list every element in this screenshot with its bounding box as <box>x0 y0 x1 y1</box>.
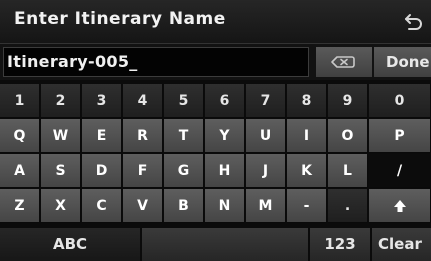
abc-mode-button[interactable]: ABC <box>0 228 140 261</box>
done-button[interactable]: Done <box>374 47 431 77</box>
back-arrow-icon <box>405 14 422 30</box>
key-2[interactable]: 2 <box>41 84 81 118</box>
key-g[interactable]: G <box>164 154 204 188</box>
keyboard-grid: 1 2 3 4 5 6 7 8 9 0 Q W E R T Y U I O P … <box>0 84 431 225</box>
key-p[interactable]: P <box>369 119 431 153</box>
key-x[interactable]: X <box>41 189 81 223</box>
key-z[interactable]: Z <box>0 189 40 223</box>
key-u[interactable]: U <box>246 119 286 153</box>
numeric-mode-button[interactable]: 123 <box>310 228 370 261</box>
key-slash[interactable]: / <box>369 154 431 188</box>
bottom-row: ABC 123 Clear <box>0 226 431 261</box>
key-c[interactable]: C <box>82 189 122 223</box>
page-title: Enter Itinerary Name <box>14 9 226 29</box>
key-a[interactable]: A <box>0 154 40 188</box>
key-4[interactable]: 4 <box>123 84 163 118</box>
back-button[interactable] <box>401 10 427 34</box>
key-6[interactable]: 6 <box>205 84 245 118</box>
key-l[interactable]: L <box>328 154 368 188</box>
itinerary-name-input[interactable]: Itinerary-005_ <box>3 47 309 77</box>
key-t[interactable]: T <box>164 119 204 153</box>
key-s[interactable]: S <box>41 154 81 188</box>
key-o[interactable]: O <box>328 119 368 153</box>
key-h[interactable]: H <box>205 154 245 188</box>
key-d[interactable]: D <box>82 154 122 188</box>
key-1[interactable]: 1 <box>0 84 40 118</box>
input-row: Itinerary-005_ Done <box>0 44 431 80</box>
key-8[interactable]: 8 <box>287 84 327 118</box>
key-w[interactable]: W <box>41 119 81 153</box>
key-q[interactable]: Q <box>0 119 40 153</box>
key-i[interactable]: I <box>287 119 327 153</box>
shift-arrow-icon <box>394 200 406 212</box>
key-n[interactable]: N <box>205 189 245 223</box>
key-period[interactable]: . <box>328 189 368 223</box>
key-j[interactable]: J <box>246 154 286 188</box>
key-r[interactable]: R <box>123 119 163 153</box>
key-9[interactable]: 9 <box>328 84 368 118</box>
shift-key[interactable] <box>369 189 431 223</box>
key-hyphen[interactable]: - <box>287 189 327 223</box>
key-5[interactable]: 5 <box>164 84 204 118</box>
key-f[interactable]: F <box>123 154 163 188</box>
title-bar: Enter Itinerary Name <box>0 0 431 44</box>
key-7[interactable]: 7 <box>246 84 286 118</box>
backspace-button[interactable] <box>316 47 372 77</box>
backspace-icon <box>331 56 355 68</box>
keyboard-screen: Enter Itinerary Name Itinerary-005_ Done… <box>0 0 431 261</box>
key-m[interactable]: M <box>246 189 286 223</box>
space-key[interactable] <box>142 228 308 261</box>
key-y[interactable]: Y <box>205 119 245 153</box>
key-e[interactable]: E <box>82 119 122 153</box>
key-k[interactable]: K <box>287 154 327 188</box>
key-3[interactable]: 3 <box>82 84 122 118</box>
clear-button[interactable]: Clear <box>372 228 431 261</box>
key-0[interactable]: 0 <box>369 84 431 118</box>
key-v[interactable]: V <box>123 189 163 223</box>
key-b[interactable]: B <box>164 189 204 223</box>
